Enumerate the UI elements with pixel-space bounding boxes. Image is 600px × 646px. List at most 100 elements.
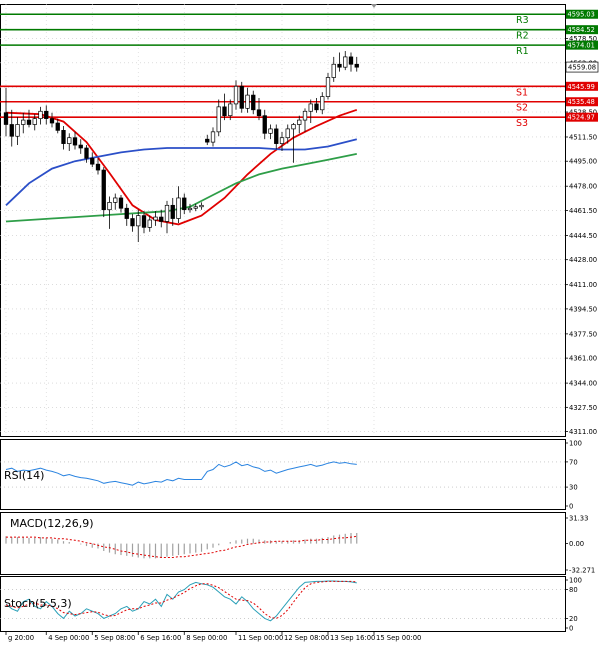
price-tick-label: 4495.00 <box>569 158 597 166</box>
candle-body <box>141 215 147 228</box>
indicator-tick-label: 20 <box>569 615 578 623</box>
candle-body <box>61 130 66 144</box>
price-tick-label: 4327.50 <box>569 404 597 412</box>
candle-body <box>118 197 124 209</box>
candle-body <box>159 216 164 222</box>
time-tick-label: 4 Sep 00:00 <box>48 634 89 642</box>
candle-body <box>325 77 331 97</box>
candle-body <box>262 115 267 134</box>
candle-body <box>302 110 308 121</box>
candle-body <box>78 144 83 149</box>
candle-body <box>193 206 198 209</box>
candle-body <box>256 109 262 117</box>
price-tick-label: 4511.50 <box>569 133 597 141</box>
candle-body <box>210 131 216 143</box>
time-tick-label: 13 Sep 16:00 <box>330 634 375 642</box>
candle-body <box>38 110 43 119</box>
price-tick-label: 4311.00 <box>569 428 597 436</box>
candle-body <box>113 197 118 203</box>
level-price-label: 4535.48 <box>568 98 595 106</box>
chart-canvas: R3 R2 R1 S1 S2 S3 4311.00 4327.50 4344.00 4361.0… <box>0 0 600 646</box>
price-tick-label: 4444.50 <box>569 232 597 240</box>
level-name-r3: R3 <box>516 15 529 26</box>
level-name-s1: S1 <box>516 87 528 98</box>
candle-body <box>354 63 359 68</box>
indicator-tick-label: 100 <box>569 577 582 585</box>
candle-body <box>251 94 256 111</box>
level-price-label: 4595.03 <box>568 11 595 19</box>
candle-body <box>279 137 285 144</box>
candle-body <box>348 56 354 65</box>
level-name-r2: R2 <box>516 31 529 42</box>
indicator-tick-label: 0.00 <box>569 540 584 548</box>
level-price-label: 4545.99 <box>568 83 595 91</box>
indicator-tick-label: 80 <box>569 586 578 594</box>
indicator-tick-label: 0 <box>569 625 573 633</box>
candle-body <box>199 204 204 208</box>
candle-body <box>49 118 55 124</box>
candle-body <box>176 197 181 219</box>
candle-body <box>274 128 279 144</box>
candle-body <box>331 63 336 78</box>
candle-body <box>164 204 170 222</box>
price-tick-label: 4478.00 <box>569 183 597 191</box>
chart-background <box>0 0 600 646</box>
stoch-label: Stoch(5,5,3) <box>4 597 72 610</box>
candle-body <box>130 218 135 227</box>
candle-body <box>90 157 95 165</box>
candle-body <box>291 124 296 130</box>
candle-body <box>21 119 26 125</box>
indicator-tick-label: 100 <box>569 440 582 448</box>
rsi-label: RSI(14) <box>4 469 44 482</box>
candle-body <box>233 85 239 105</box>
candle-body <box>308 103 313 112</box>
candle-body <box>67 137 72 144</box>
candle-body <box>205 138 210 143</box>
time-tick-label: 12 Sep 08:00 <box>284 634 329 642</box>
time-tick-label: 8 Sep 00:00 <box>186 634 227 642</box>
macd-label: MACD(12,26,9) <box>10 517 94 530</box>
candle-body <box>297 119 302 125</box>
level-name-s2: S2 <box>516 103 528 114</box>
candle-body <box>72 137 78 146</box>
candle-body <box>84 147 89 159</box>
candle-body <box>285 128 290 139</box>
level-price-label: 4584.52 <box>568 26 595 34</box>
candle-body <box>320 96 325 111</box>
candle-body <box>216 106 221 133</box>
time-axis: g 20:00 4 Sep 00:00 5 Sep 08:00 6 Sep 16:00… <box>5 632 421 642</box>
candle-body <box>95 163 101 171</box>
candle-body <box>222 106 227 117</box>
level-name-s3: S3 <box>516 118 528 129</box>
candle-body <box>101 169 106 211</box>
price-tick-label: 4461.50 <box>569 207 597 215</box>
candle-body <box>337 63 342 68</box>
candle-body <box>3 112 9 125</box>
candle-body <box>170 204 175 219</box>
candle-body <box>44 110 49 119</box>
candle-body <box>136 215 141 227</box>
candle-body <box>32 118 37 125</box>
current-price-marker: 4559.08 <box>565 61 599 73</box>
time-tick-label: g 20:00 <box>8 634 34 642</box>
price-tick-label: 4411.00 <box>569 281 597 289</box>
candle-body <box>124 207 129 219</box>
level-price-label: 4574.01 <box>568 42 595 50</box>
candle-body <box>26 119 32 125</box>
candle-body <box>182 197 187 211</box>
price-tick-label: 4428.00 <box>569 256 597 264</box>
indicator-tick-label: 0 <box>569 503 573 511</box>
indicator-tick-label: 31.33 <box>569 515 588 523</box>
candle-body <box>15 124 20 137</box>
price-tick-label: 4361.00 <box>569 355 597 363</box>
candle-body <box>343 56 348 68</box>
candle-body <box>9 124 14 137</box>
price-tick-label: 4394.50 <box>569 305 597 313</box>
candle-body <box>239 85 244 109</box>
current-price-label: 4559.08 <box>568 64 596 72</box>
level-name-r1: R1 <box>516 46 529 57</box>
candle-body <box>187 207 193 211</box>
indicator-tick-label: 30 <box>569 484 578 492</box>
time-tick-label: 5 Sep 08:00 <box>94 634 135 642</box>
time-tick-label: 6 Sep 16:00 <box>140 634 181 642</box>
